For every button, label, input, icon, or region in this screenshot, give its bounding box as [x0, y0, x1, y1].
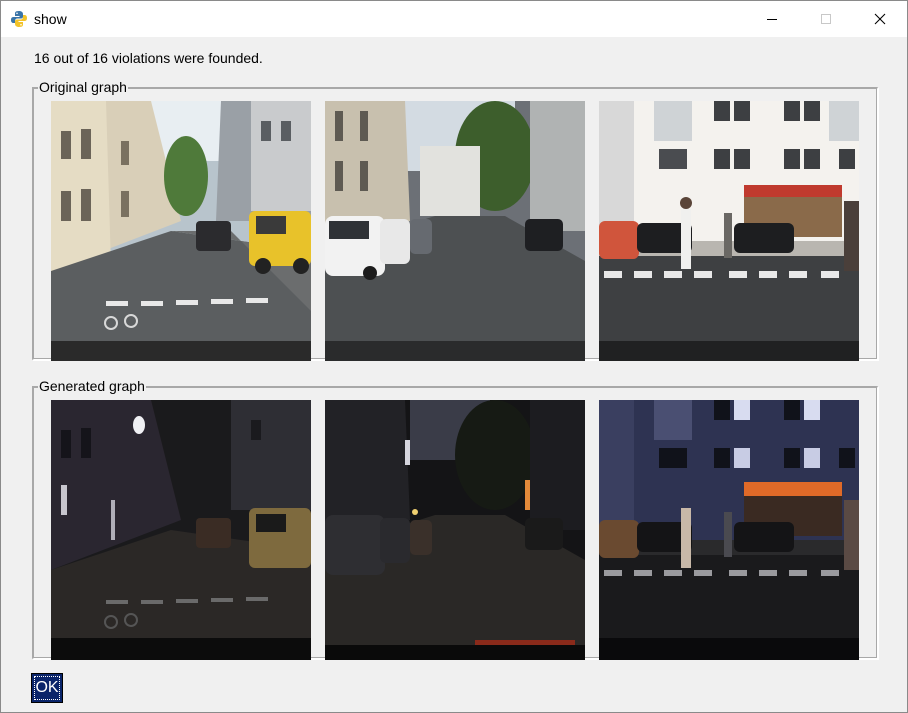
generated-graph-group: Generated graph	[32, 378, 878, 660]
generated-image-1	[51, 400, 311, 660]
title-bar[interactable]: show	[1, 1, 907, 37]
status-message: 16 out of 16 violations were founded.	[34, 50, 263, 66]
minimize-icon	[767, 19, 777, 20]
generated-graph-label: Generated graph	[38, 378, 146, 394]
maximize-icon	[821, 14, 831, 24]
original-graph-group: Original graph	[32, 79, 878, 361]
maximize-button[interactable]	[803, 1, 849, 37]
python-icon	[10, 10, 28, 28]
close-icon	[874, 13, 886, 25]
ok-button[interactable]: OK	[31, 673, 63, 703]
generated-image-2	[325, 400, 585, 660]
original-image-1	[51, 101, 311, 361]
original-graph-label: Original graph	[38, 79, 128, 95]
generated-image-3	[599, 400, 859, 660]
dialog-window: show 16 out of 16 violations were founde…	[0, 0, 908, 713]
original-image-3	[599, 101, 859, 361]
original-image-2	[325, 101, 585, 361]
close-button[interactable]	[857, 1, 903, 37]
minimize-button[interactable]	[749, 1, 795, 37]
window-title: show	[34, 11, 67, 27]
